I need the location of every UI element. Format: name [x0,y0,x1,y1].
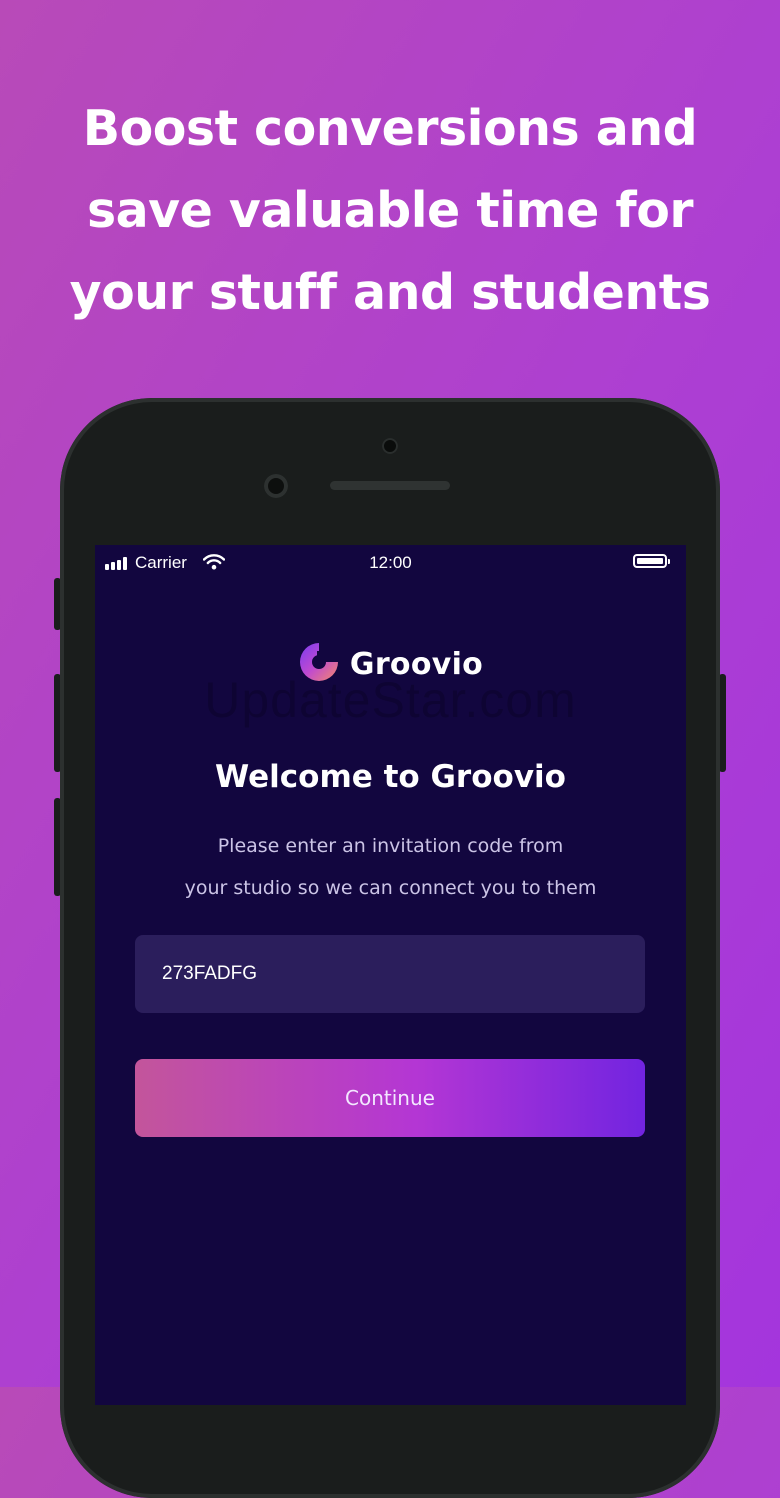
instructions-line-1: Please enter an invitation code from [217,835,564,857]
phone-earpiece [330,481,450,490]
welcome-title: Welcome to Groovio [215,759,566,795]
phone-front-camera [264,474,288,498]
invitation-code-input[interactable]: 273FADFG [135,935,645,1013]
phone-screen: Carrier 12:00 Groovio UpdateStar.com Wel… [95,545,686,1405]
status-bar: Carrier 12:00 [95,545,686,581]
watermark: UpdateStar.com [204,672,577,728]
battery-icon [633,554,670,570]
continue-button[interactable]: Continue [135,1059,645,1137]
phone-power-button [719,674,726,772]
headline-line-2: save valuable time for [86,182,694,239]
promo-headline: Boost conversions and save valuable time… [0,88,780,334]
continue-button-label: Continue [345,1086,435,1110]
instructions-line-2: your studio so we can connect you to the… [184,877,597,899]
headline-line-3: your stuff and students [69,264,711,321]
invitation-code-value: 273FADFG [162,963,258,984]
status-time: 12:00 [369,553,412,572]
headline-line-1: Boost conversions and [82,100,698,157]
instructions-text: Please enter an invitation code from you… [145,825,636,909]
phone-sensor [382,438,398,454]
